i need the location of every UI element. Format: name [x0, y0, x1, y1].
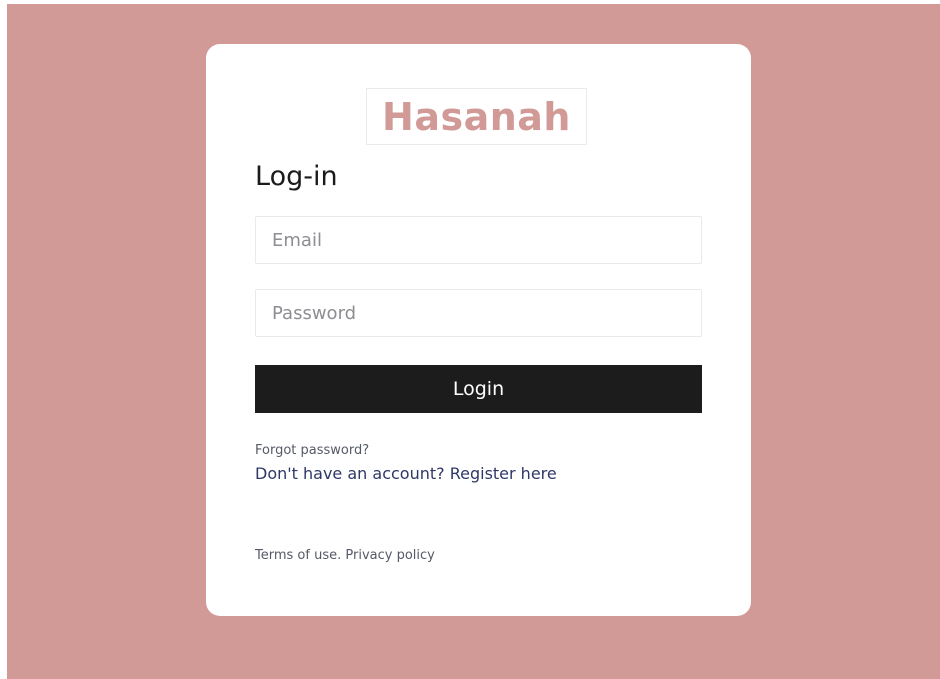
email-field[interactable] [255, 216, 702, 264]
password-field[interactable] [255, 289, 702, 337]
forgot-password-link[interactable]: Forgot password? [255, 443, 369, 458]
login-button[interactable]: Login [255, 365, 702, 413]
terms-of-use-link[interactable]: Terms of use. [255, 548, 341, 563]
register-prompt: Don't have an account? Register here [255, 464, 557, 483]
login-card: Hasanah Log-in Login Forgot password? Do… [206, 44, 751, 616]
no-account-text: Don't have an account? [255, 464, 445, 483]
footer-links: Terms of use. Privacy policy [255, 548, 435, 563]
register-link[interactable]: Register here [450, 464, 557, 483]
privacy-policy-link[interactable]: Privacy policy [345, 548, 434, 563]
brand-logo: Hasanah [366, 88, 587, 145]
page-background: Hasanah Log-in Login Forgot password? Do… [7, 4, 940, 679]
page-title: Log-in [255, 161, 338, 192]
